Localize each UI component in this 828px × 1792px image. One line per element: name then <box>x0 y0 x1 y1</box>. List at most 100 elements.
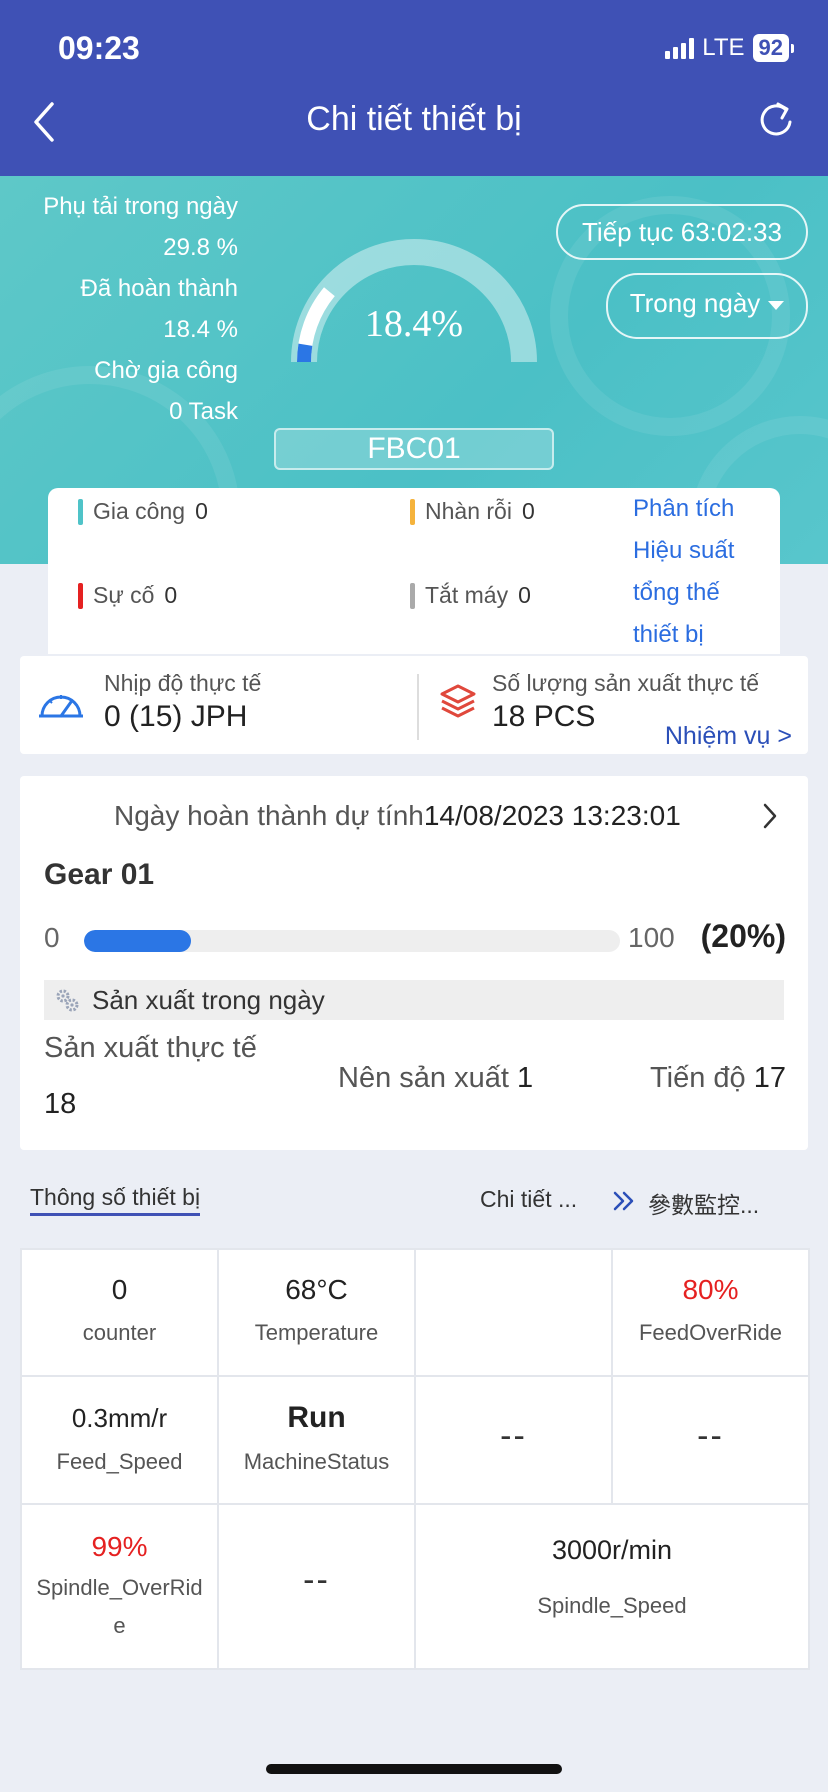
state-count: 0 <box>164 582 178 608</box>
pending-value: 0 Task <box>169 398 238 425</box>
gauge-value: 18.4% <box>364 303 464 345</box>
machine-state-card: Gia công 0 Nhàn rỗi 0 Sự cố 0 Tắt máy 0 … <box>48 488 780 654</box>
qty-label: Số lượng sản xuất thực tế <box>492 670 760 696</box>
machine-id-badge: FBC01 <box>274 428 554 470</box>
device-params-grid: 0 counter 68°C Temperature 80% FeedOverR… <box>20 1248 810 1670</box>
actual-production-label: Sản xuất thực tế <box>44 1032 257 1064</box>
daily-production-title: Sản xuất trong ngày <box>92 985 325 1015</box>
time-range-value: Trong ngày <box>629 288 761 318</box>
daily-production-header: Sản xuất trong ngày <box>44 980 784 1020</box>
param-label: Temperature <box>254 1320 379 1345</box>
done-label: Đã hoàn thành <box>80 275 238 302</box>
param-value: Run <box>287 1401 346 1434</box>
time-range-dropdown[interactable]: Trong ngày <box>606 273 808 339</box>
state-count: 0 <box>195 498 208 524</box>
param-label-wrap: e <box>113 1613 126 1638</box>
progress-count: Tiến độ 17 <box>650 1062 786 1095</box>
state-label: Sự cố <box>93 582 155 608</box>
done-value: 18.4 % <box>163 316 238 343</box>
state-processing: Gia công 0 <box>78 498 208 525</box>
link-line: thiết bị <box>633 621 704 648</box>
param-cell-feed-speed: 0.3mm/r Feed_Speed <box>22 1377 219 1505</box>
rate-label: Nhịp độ thực tế <box>104 670 262 696</box>
progress-min: 0 <box>44 922 60 953</box>
progress-value: 17 <box>753 1062 786 1094</box>
task-progress-bar <box>84 930 620 952</box>
link-line: Hiệu suất <box>633 537 735 564</box>
param-cell-temperature: 68°C Temperature <box>219 1250 416 1377</box>
battery-tip <box>791 43 794 53</box>
state-color-bar <box>78 498 83 525</box>
state-off: Tắt máy 0 <box>410 582 531 609</box>
gauge-start-marker <box>297 343 313 363</box>
param-cell-feed-override: 80% FeedOverRide <box>613 1250 808 1377</box>
pending-label: Chờ gia công <box>94 357 238 384</box>
state-label: Tắt máy <box>425 582 509 608</box>
state-color-bar <box>78 582 83 609</box>
param-label: FeedOverRide <box>638 1320 783 1345</box>
state-fault: Sự cố 0 <box>78 582 177 609</box>
divider <box>417 674 419 740</box>
param-value: 0 <box>111 1274 128 1305</box>
chevron-right-icon[interactable] <box>760 800 780 832</box>
param-value: -- <box>500 1417 527 1455</box>
battery-icon: 92 <box>752 34 789 62</box>
detail-link[interactable]: Chi tiết ... <box>480 1186 577 1213</box>
param-cell-machine-status: Run MachineStatus <box>219 1377 416 1505</box>
state-count: 0 <box>518 582 531 608</box>
param-cell-empty <box>416 1250 613 1377</box>
link-line: tổng thế <box>633 579 720 606</box>
signal-icon <box>665 37 695 59</box>
param-value: 68°C <box>285 1274 348 1305</box>
app-header: 09:23 LTE 92 Chi tiết thiết bị <box>0 0 828 176</box>
param-label: Spindle_OverRid <box>36 1575 203 1600</box>
state-label: Gia công <box>93 498 186 524</box>
refresh-icon[interactable] <box>756 98 796 142</box>
param-value: -- <box>303 1561 330 1599</box>
task-link[interactable]: Nhiệm vụ > <box>665 722 792 751</box>
task-progress-fill <box>84 930 192 952</box>
param-value: 3000r/min <box>551 1535 673 1565</box>
param-label: Feed_Speed <box>56 1449 183 1474</box>
speedometer-icon <box>39 695 83 718</box>
progress-max: 100 <box>628 922 675 953</box>
double-chevron-right-icon[interactable] <box>612 1190 636 1212</box>
efficiency-analysis-link[interactable]: Phân tích Hiệu suất tổng thế thiết bị <box>633 488 783 656</box>
param-monitor-link[interactable]: 參數監控... <box>648 1186 759 1220</box>
param-label: MachineStatus <box>243 1449 390 1474</box>
param-cell-empty: -- <box>613 1377 808 1505</box>
state-count: 0 <box>521 498 535 524</box>
state-idle: Nhàn rỗi 0 <box>410 498 535 525</box>
param-cell-empty: -- <box>416 1377 613 1505</box>
production-metrics-card: Nhịp độ thực tế 0 (15) JPH Số lượng sản … <box>20 656 808 754</box>
home-indicator <box>266 1764 562 1774</box>
param-label: counter <box>82 1320 157 1345</box>
qty-value: 18 PCS <box>492 700 596 733</box>
param-cell-spindle-speed: 3000r/min Spindle_Speed <box>416 1505 808 1668</box>
page-title: Chi tiết thiết bị <box>306 100 522 138</box>
planned-value: 1 <box>516 1062 534 1094</box>
daily-stats: Phụ tải trong ngày 29.8 % Đã hoàn thành … <box>20 186 238 432</box>
planned-label: Nên sản xuất <box>338 1062 509 1094</box>
param-cell-counter: 0 counter <box>22 1250 219 1377</box>
continue-timer: Tiếp tục 63:02:33 <box>556 204 808 260</box>
progress-label: Tiến độ <box>650 1062 746 1094</box>
tab-device-params[interactable]: Thông số thiết bị <box>30 1184 201 1216</box>
progress-percent: (20%) <box>700 918 786 954</box>
param-cell-empty: -- <box>219 1505 416 1668</box>
eta-row[interactable]: Ngày hoàn thành dự tính14/08/2023 13:23:… <box>114 800 681 832</box>
caret-down-icon <box>768 300 785 310</box>
layers-icon <box>440 684 476 718</box>
rate-value: 0 (15) JPH <box>104 700 248 733</box>
param-value: 80% <box>682 1274 739 1305</box>
link-line: Phân tích <box>633 495 735 522</box>
state-color-bar <box>410 498 415 525</box>
actual-production-value: 18 <box>44 1088 77 1120</box>
task-card: Ngày hoàn thành dự tính14/08/2023 13:23:… <box>20 776 808 1150</box>
param-label: Spindle_Speed <box>537 1593 687 1618</box>
gears-icon <box>56 989 79 1012</box>
status-indicators: LTE 92 <box>665 34 794 62</box>
completion-gauge <box>291 239 537 363</box>
planned-production: Nên sản xuất 1 <box>338 1062 533 1095</box>
eta-value: 14/08/2023 13:23:01 <box>423 800 681 831</box>
